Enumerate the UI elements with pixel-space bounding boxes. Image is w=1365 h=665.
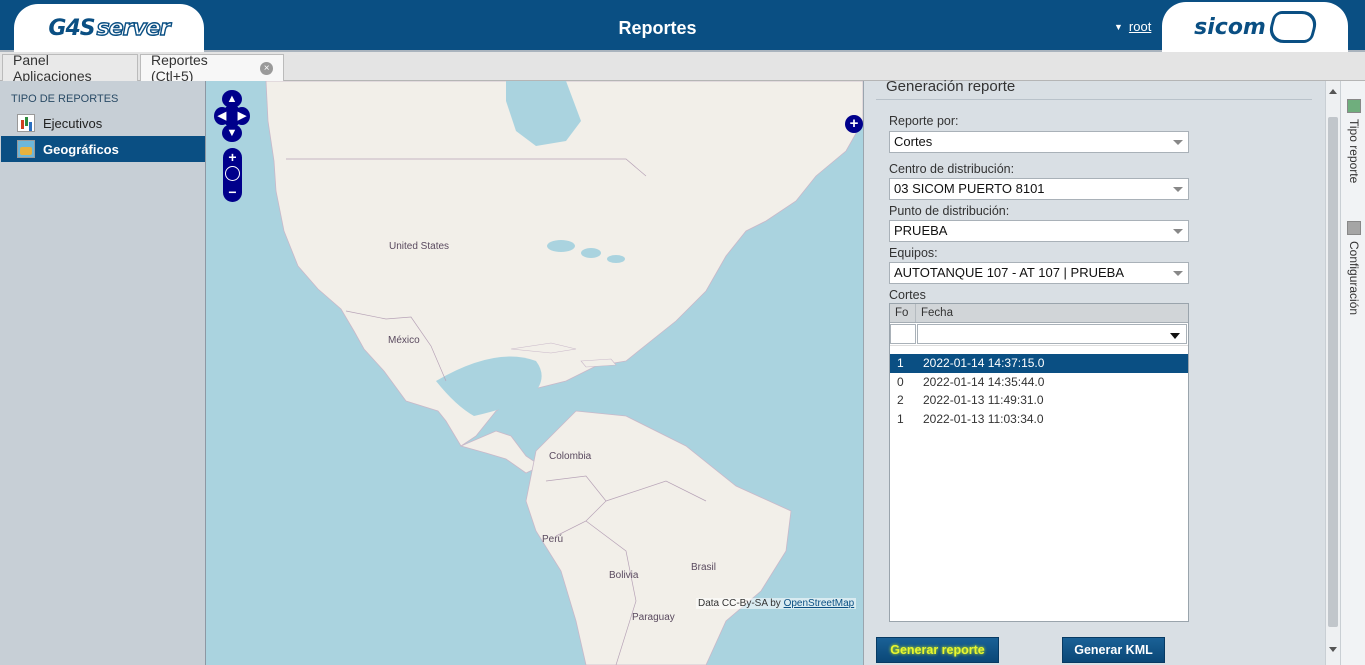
equip-select[interactable]: AUTOTANQUE 107 - AT 107 | PRUEBA bbox=[889, 262, 1189, 284]
side-tab-label: Tipo reporte bbox=[1347, 119, 1361, 184]
tab-label: Panel Aplicaciones bbox=[13, 52, 92, 84]
panel-heading: TIPO DE REPORTES bbox=[11, 93, 119, 105]
logo-right-text: sicom bbox=[1194, 14, 1266, 40]
pan-right-icon[interactable]: ▶ bbox=[234, 107, 250, 125]
pan-left-icon[interactable]: ◀ bbox=[214, 107, 230, 125]
table-row[interactable]: 1 2022-01-13 11:03:34.0 bbox=[890, 410, 1188, 429]
table-row[interactable]: 0 2022-01-14 14:35:44.0 bbox=[890, 373, 1188, 392]
zoom-out-icon[interactable]: − bbox=[223, 184, 242, 200]
grid-header: Fo Fecha bbox=[890, 304, 1188, 323]
side-tab-label: Configuración bbox=[1347, 241, 1361, 316]
globe-icon[interactable] bbox=[225, 166, 240, 181]
report-form-panel: Generación reporte Reporte por: Cortes C… bbox=[863, 78, 1325, 665]
grid-body: 1 2022-01-14 14:37:15.0 0 2022-01-14 14:35… bbox=[890, 354, 1188, 428]
chevron-down-icon[interactable] bbox=[1173, 271, 1183, 276]
sicom-logo: sicom bbox=[1162, 2, 1348, 52]
layer-switcher-icon[interactable]: + bbox=[845, 115, 863, 133]
cuts-grid: Fo Fecha 1 2022-01-14 14:37:15.0 0 2022-01… bbox=[889, 303, 1189, 622]
cell-fo: 1 bbox=[897, 356, 904, 371]
close-icon[interactable]: × bbox=[260, 61, 273, 75]
pan-down-icon[interactable]: ▼ bbox=[222, 124, 242, 142]
report-by-label: Reporte por: bbox=[889, 114, 959, 128]
south-america-landmass bbox=[525, 410, 792, 665]
cell-fo: 2 bbox=[897, 393, 904, 408]
section-title: Generación reporte bbox=[886, 78, 1016, 95]
chevron-down-icon[interactable] bbox=[1173, 229, 1183, 234]
map-label-mx: México bbox=[388, 335, 420, 346]
pan-control: ▲ ◀ ▶ ▼ bbox=[214, 90, 250, 142]
divider bbox=[876, 99, 1312, 100]
cell-fecha: 2022-01-13 11:49:31.0 bbox=[923, 393, 1044, 408]
map-label-bo: Bolivia bbox=[609, 570, 639, 581]
form-scrollbar[interactable] bbox=[1325, 81, 1340, 665]
report-type-icon bbox=[1347, 99, 1361, 113]
map-label-pe: Perú bbox=[542, 534, 564, 545]
cell-fecha: 2022-01-14 14:37:15.0 bbox=[923, 356, 1045, 371]
map-icon bbox=[17, 140, 35, 158]
scroll-thumb[interactable] bbox=[1328, 117, 1338, 627]
tab-reportes[interactable]: Reportes (Ctl+5) × bbox=[140, 52, 284, 84]
tab-bar: Panel Aplicaciones Reportes (Ctl+5) × bbox=[0, 52, 1365, 84]
column-header-fecha[interactable]: Fecha bbox=[916, 304, 1188, 322]
cell-fecha: 2022-01-13 11:03:34.0 bbox=[923, 411, 1044, 426]
generate-kml-button[interactable]: Generar KML bbox=[1062, 637, 1165, 663]
sidebar-item-ejecutivos[interactable]: Ejecutivos bbox=[1, 110, 205, 136]
report-by-select[interactable]: Cortes bbox=[889, 131, 1189, 153]
map-view[interactable]: United States México Colombia Perú Boliv… bbox=[206, 81, 863, 665]
sidebar-item-label: Ejecutivos bbox=[43, 115, 103, 131]
column-header-fo[interactable]: Fo bbox=[890, 304, 916, 322]
map-label-br: Brasil bbox=[691, 562, 717, 573]
map-label-co: Colombia bbox=[549, 451, 592, 462]
table-row[interactable]: 2 2022-01-13 11:49:31.0 bbox=[890, 391, 1188, 410]
gear-icon bbox=[1347, 221, 1361, 235]
filter-fecha-select[interactable] bbox=[917, 324, 1187, 344]
cell-fo: 1 bbox=[897, 411, 904, 426]
cell-fo: 0 bbox=[897, 374, 904, 389]
table-row[interactable]: 1 2022-01-14 14:37:15.0 bbox=[890, 354, 1188, 373]
map-attribution: Data CC-By-SA by OpenStreetMap bbox=[696, 598, 857, 609]
grid-filter-row bbox=[890, 323, 1188, 346]
select-value: 03 SICOM PUERTO 8101 bbox=[894, 181, 1045, 196]
select-value: PRUEBA bbox=[894, 223, 948, 238]
attribution-text: Data CC-By-SA by bbox=[698, 598, 781, 609]
map-label-py: Paraguay bbox=[632, 612, 675, 623]
chevron-down-icon[interactable] bbox=[1170, 333, 1180, 339]
user-menu[interactable]: ▼ root bbox=[1114, 19, 1151, 34]
point-select[interactable]: PRUEBA bbox=[889, 220, 1189, 242]
bar-chart-icon bbox=[17, 114, 35, 132]
filter-fo-input[interactable] bbox=[890, 324, 916, 344]
sidebar-item-label: Geográficos bbox=[43, 141, 119, 157]
point-label: Punto de distribución: bbox=[889, 204, 1010, 218]
scroll-up-icon[interactable] bbox=[1329, 89, 1337, 94]
cuts-label: Cortes bbox=[889, 288, 926, 302]
center-select[interactable]: 03 SICOM PUERTO 8101 bbox=[889, 178, 1189, 200]
zoom-in-icon[interactable]: + bbox=[223, 149, 242, 165]
tab-panel-aplicaciones[interactable]: Panel Aplicaciones bbox=[2, 52, 138, 84]
pan-up-icon[interactable]: ▲ bbox=[222, 90, 242, 108]
select-value: Cortes bbox=[894, 134, 933, 149]
tab-label: Reportes (Ctl+5) bbox=[151, 52, 208, 84]
map-label-us: United States bbox=[389, 241, 450, 252]
app-header: G4Sserver Reportes ▼ root sicom bbox=[0, 0, 1365, 52]
cell-fecha: 2022-01-14 14:35:44.0 bbox=[923, 374, 1045, 389]
osm-link[interactable]: OpenStreetMap bbox=[784, 598, 855, 609]
center-label: Centro de distribución: bbox=[889, 162, 1015, 176]
chevron-down-icon[interactable] bbox=[1173, 140, 1183, 145]
zoom-control: + − bbox=[223, 148, 242, 202]
chevron-down-icon[interactable] bbox=[1173, 187, 1183, 192]
user-link[interactable]: root bbox=[1129, 19, 1151, 34]
side-tab-configuracion[interactable]: Configuración bbox=[1343, 221, 1365, 315]
select-value: AUTOTANQUE 107 - AT 107 | PRUEBA bbox=[894, 265, 1124, 280]
report-type-panel: TIPO DE REPORTES Ejecutivos Geográficos bbox=[0, 81, 206, 665]
map-basemap bbox=[265, 81, 863, 665]
side-tab-bar: Tipo reporte Configuración bbox=[1340, 81, 1365, 665]
side-tab-tipo-reporte[interactable]: Tipo reporte bbox=[1343, 99, 1365, 183]
generate-report-button[interactable]: Generar reporte bbox=[876, 637, 999, 663]
scroll-down-icon[interactable] bbox=[1329, 647, 1337, 652]
equip-label: Equipos: bbox=[889, 246, 938, 260]
chevron-down-icon[interactable]: ▼ bbox=[1114, 22, 1123, 32]
sicom-swirl-icon bbox=[1265, 11, 1321, 43]
sidebar-item-geograficos[interactable]: Geográficos bbox=[1, 136, 205, 162]
